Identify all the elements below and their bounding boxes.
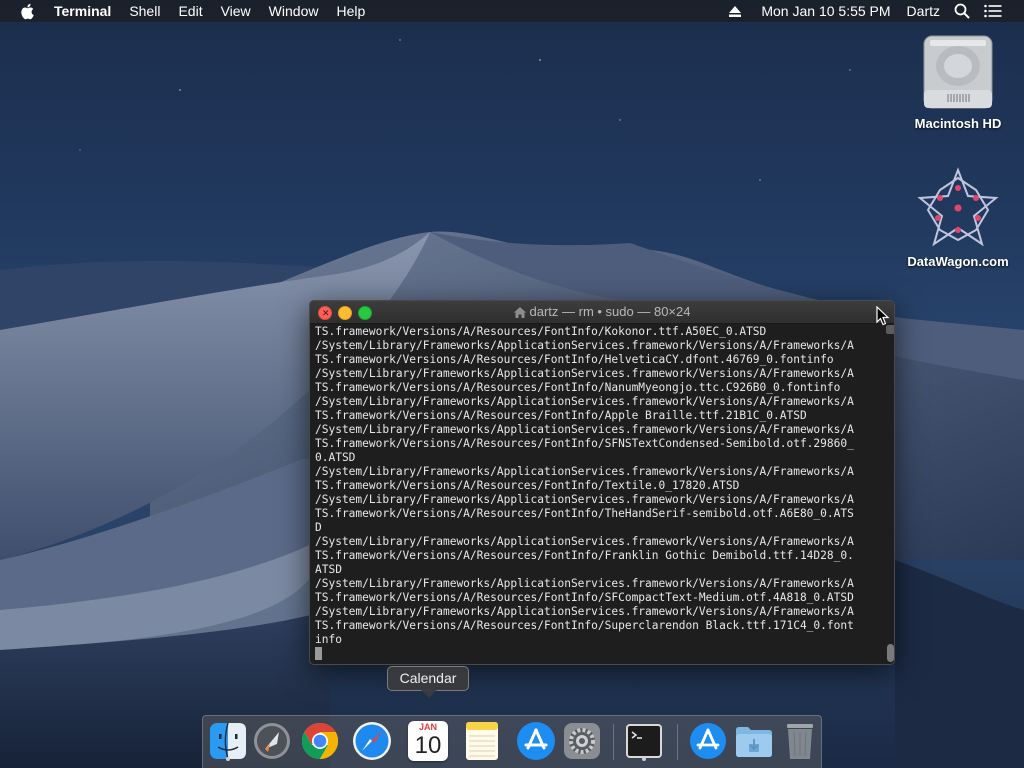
desktop-icon-label: DataWagon.com (907, 254, 1009, 269)
terminal-line: TS.framework/Versions/A/Resources/FontIn… (315, 479, 740, 492)
notification-center-icon[interactable] (984, 4, 1002, 18)
terminal-line: TS.framework/Versions/A/Resources/FontIn… (315, 353, 834, 366)
terminal-line: /System/Library/Frameworks/ApplicationSe… (315, 465, 854, 478)
terminal-line: /System/Library/Frameworks/ApplicationSe… (315, 535, 854, 548)
folder-icon (736, 727, 772, 757)
dock-item-launchpad[interactable] (251, 720, 293, 762)
terminal-line: TS.framework/Versions/A/Resources/FontIn… (315, 549, 854, 562)
dock: JAN 10 (202, 715, 822, 768)
scrollbar[interactable] (884, 324, 894, 664)
desktop-icon-macintosh-hd[interactable]: Macintosh HD (903, 32, 1013, 131)
terminal-line: ATSD (315, 563, 342, 576)
terminal-line: /System/Library/Frameworks/ApplicationSe… (315, 605, 854, 618)
desktop: Terminal Shell Edit View Window Help Mon… (0, 0, 1024, 768)
dock-item-trash[interactable] (779, 720, 821, 762)
system-preferences-icon (564, 723, 600, 759)
dock-item-finder[interactable] (207, 720, 249, 762)
terminal-icon (626, 724, 662, 758)
terminal-line: 0.ATSD (315, 451, 356, 464)
terminal-line: TS.framework/Versions/A/Resources/FontIn… (315, 381, 841, 394)
eject-icon[interactable] (729, 5, 742, 17)
minimize-button[interactable] (338, 306, 352, 320)
calendar-icon: JAN 10 (408, 721, 448, 761)
terminal-line: info (315, 633, 342, 646)
chrome-icon (301, 723, 339, 759)
menu-help[interactable]: Help (336, 0, 365, 22)
menu-bar: Terminal Shell Edit View Window Help Mon… (0, 0, 1024, 22)
dock-item-calendar[interactable]: JAN 10 (407, 720, 449, 762)
terminal-cursor-line (315, 647, 854, 661)
dock-item-folder[interactable] (733, 720, 775, 762)
dock-item-chrome[interactable] (299, 720, 341, 762)
window-title-bar[interactable]: ✕ dartz — rm • sudo — 80×24 (310, 301, 894, 324)
scrollbar-thumb[interactable] (887, 644, 894, 662)
trash-icon (787, 724, 813, 759)
menu-app-name[interactable]: Terminal (54, 0, 111, 22)
menu-shell[interactable]: Shell (129, 0, 160, 22)
window-title-text: dartz — rm • sudo — 80×24 (529, 303, 691, 319)
terminal-cursor (315, 647, 322, 660)
window-title: dartz — rm • sudo — 80×24 (310, 304, 894, 321)
desktop-icon-label: Macintosh HD (914, 116, 1002, 131)
terminal-line: /System/Library/Frameworks/ApplicationSe… (315, 339, 854, 352)
terminal-output: TS.framework/Versions/A/Resources/FontIn… (315, 325, 854, 661)
terminal-line: /System/Library/Frameworks/ApplicationSe… (315, 423, 854, 436)
dock-item-app-store[interactable] (515, 720, 557, 762)
apple-icon[interactable] (20, 2, 36, 20)
dock-item-terminal[interactable] (623, 720, 665, 762)
terminal-line: TS.framework/Versions/A/Resources/FontIn… (315, 507, 854, 520)
terminal-line: /System/Library/Frameworks/ApplicationSe… (315, 493, 854, 506)
finder-icon (210, 722, 246, 760)
menu-window[interactable]: Window (269, 0, 319, 22)
menu-user-name[interactable]: Dartz (907, 3, 940, 19)
dock-item-safari[interactable] (351, 720, 393, 762)
close-icon: ✕ (322, 308, 330, 318)
terminal-line: D (315, 521, 322, 534)
app-store-icon (517, 722, 555, 760)
terminal-line: TS.framework/Versions/A/Resources/FontIn… (315, 437, 854, 450)
downloads-stack-icon (690, 723, 726, 759)
safari-icon (353, 722, 391, 760)
terminal-line: TS.framework/Versions/A/Resources/FontIn… (315, 325, 767, 338)
launchpad-icon (254, 723, 290, 759)
dock-tooltip: Calendar (387, 666, 469, 691)
terminal-content[interactable]: TS.framework/Versions/A/Resources/FontIn… (310, 324, 894, 664)
menu-view[interactable]: View (221, 0, 251, 22)
terminal-window[interactable]: ✕ dartz — rm • sudo — 80×24 TS.framework… (309, 300, 895, 665)
dock-item-notes[interactable] (461, 720, 503, 762)
menu-edit[interactable]: Edit (178, 0, 202, 22)
terminal-line: TS.framework/Versions/A/Resources/FontIn… (315, 619, 854, 632)
home-icon (513, 306, 526, 321)
desktop-icon-datawagon[interactable]: DataWagon.com (903, 166, 1013, 269)
mouse-pointer-icon (876, 305, 890, 331)
calendar-day: 10 (414, 732, 442, 759)
terminal-line: /System/Library/Frameworks/ApplicationSe… (315, 577, 854, 590)
hard-drive-icon (903, 32, 1013, 112)
notes-icon (466, 722, 498, 760)
dock-separator (677, 724, 678, 760)
terminal-line: TS.framework/Versions/A/Resources/FontIn… (315, 409, 807, 422)
terminal-line: /System/Library/Frameworks/ApplicationSe… (315, 395, 854, 408)
terminal-line: /System/Library/Frameworks/ApplicationSe… (315, 367, 854, 380)
dock-item-system-preferences[interactable] (561, 720, 603, 762)
close-button[interactable]: ✕ (318, 306, 332, 320)
running-indicator (226, 757, 230, 761)
dock-tooltip-arrow (421, 690, 437, 698)
zoom-button[interactable] (358, 306, 372, 320)
terminal-line: TS.framework/Versions/A/Resources/FontIn… (315, 591, 854, 604)
dock-item-downloads-stack[interactable] (687, 720, 729, 762)
dock-separator (613, 724, 614, 760)
spotlight-icon[interactable] (954, 3, 970, 19)
running-indicator (642, 757, 646, 761)
datawagon-icon (903, 166, 1013, 250)
menu-clock[interactable]: Mon Jan 10 5:55 PM (761, 3, 890, 19)
